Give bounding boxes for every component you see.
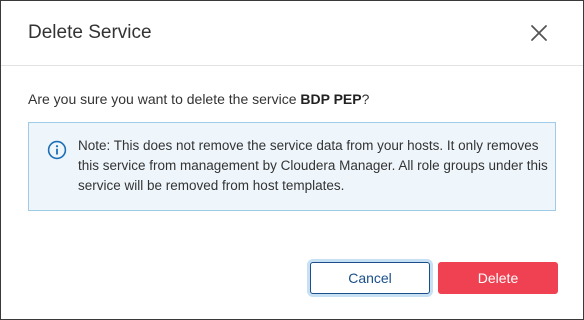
delete-service-dialog: Delete Service Are you sure you want to … bbox=[0, 0, 584, 320]
cancel-button[interactable]: Cancel bbox=[310, 262, 430, 294]
note-text: Note: This does not remove the service d… bbox=[78, 138, 548, 193]
info-note: Note: This does not remove the service d… bbox=[28, 122, 556, 211]
dialog-title: Delete Service bbox=[28, 22, 152, 43]
question-suffix: ? bbox=[361, 91, 370, 107]
info-icon bbox=[47, 140, 67, 160]
service-name: BDP PEP bbox=[300, 91, 362, 107]
confirmation-question: Are you sure you want to delete the serv… bbox=[28, 90, 369, 108]
delete-button[interactable]: Delete bbox=[438, 262, 558, 294]
question-prefix: Are you sure you want to delete the serv… bbox=[28, 91, 301, 107]
close-icon[interactable] bbox=[527, 21, 551, 45]
dialog-header: Delete Service bbox=[1, 1, 583, 66]
